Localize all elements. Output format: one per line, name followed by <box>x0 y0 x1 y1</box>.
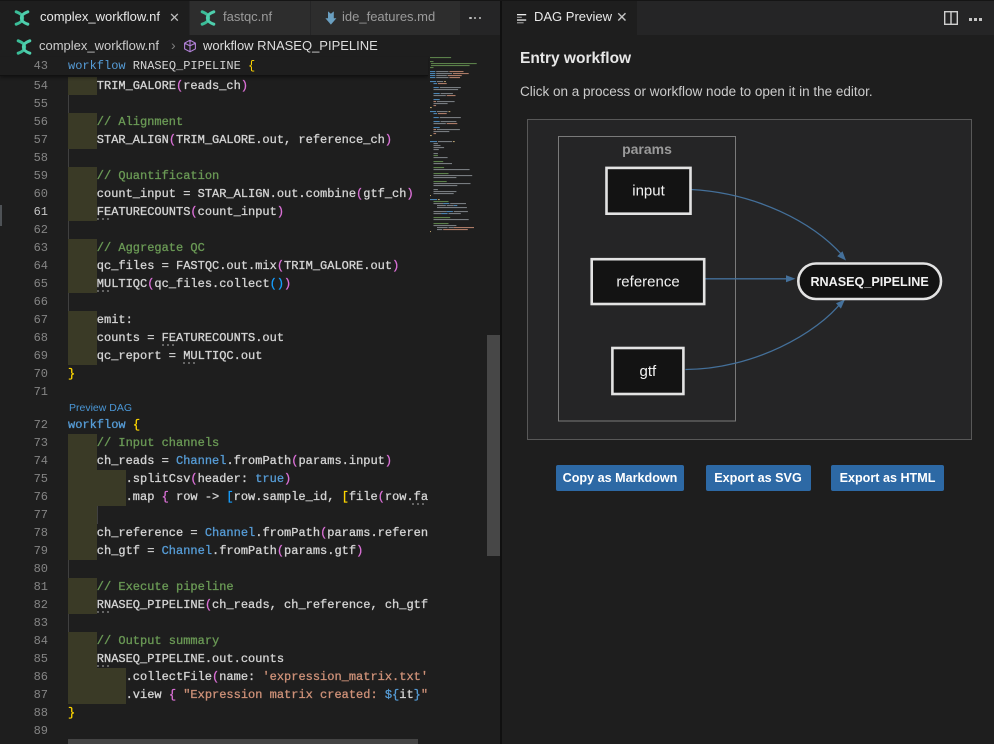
svg-text:reference: reference <box>616 273 679 290</box>
svg-text:RNASEQ_PIPELINE: RNASEQ_PIPELINE <box>810 275 928 289</box>
svg-text:params: params <box>622 141 672 157</box>
svg-text:input: input <box>632 183 665 200</box>
svg-text:gtf: gtf <box>640 363 658 380</box>
